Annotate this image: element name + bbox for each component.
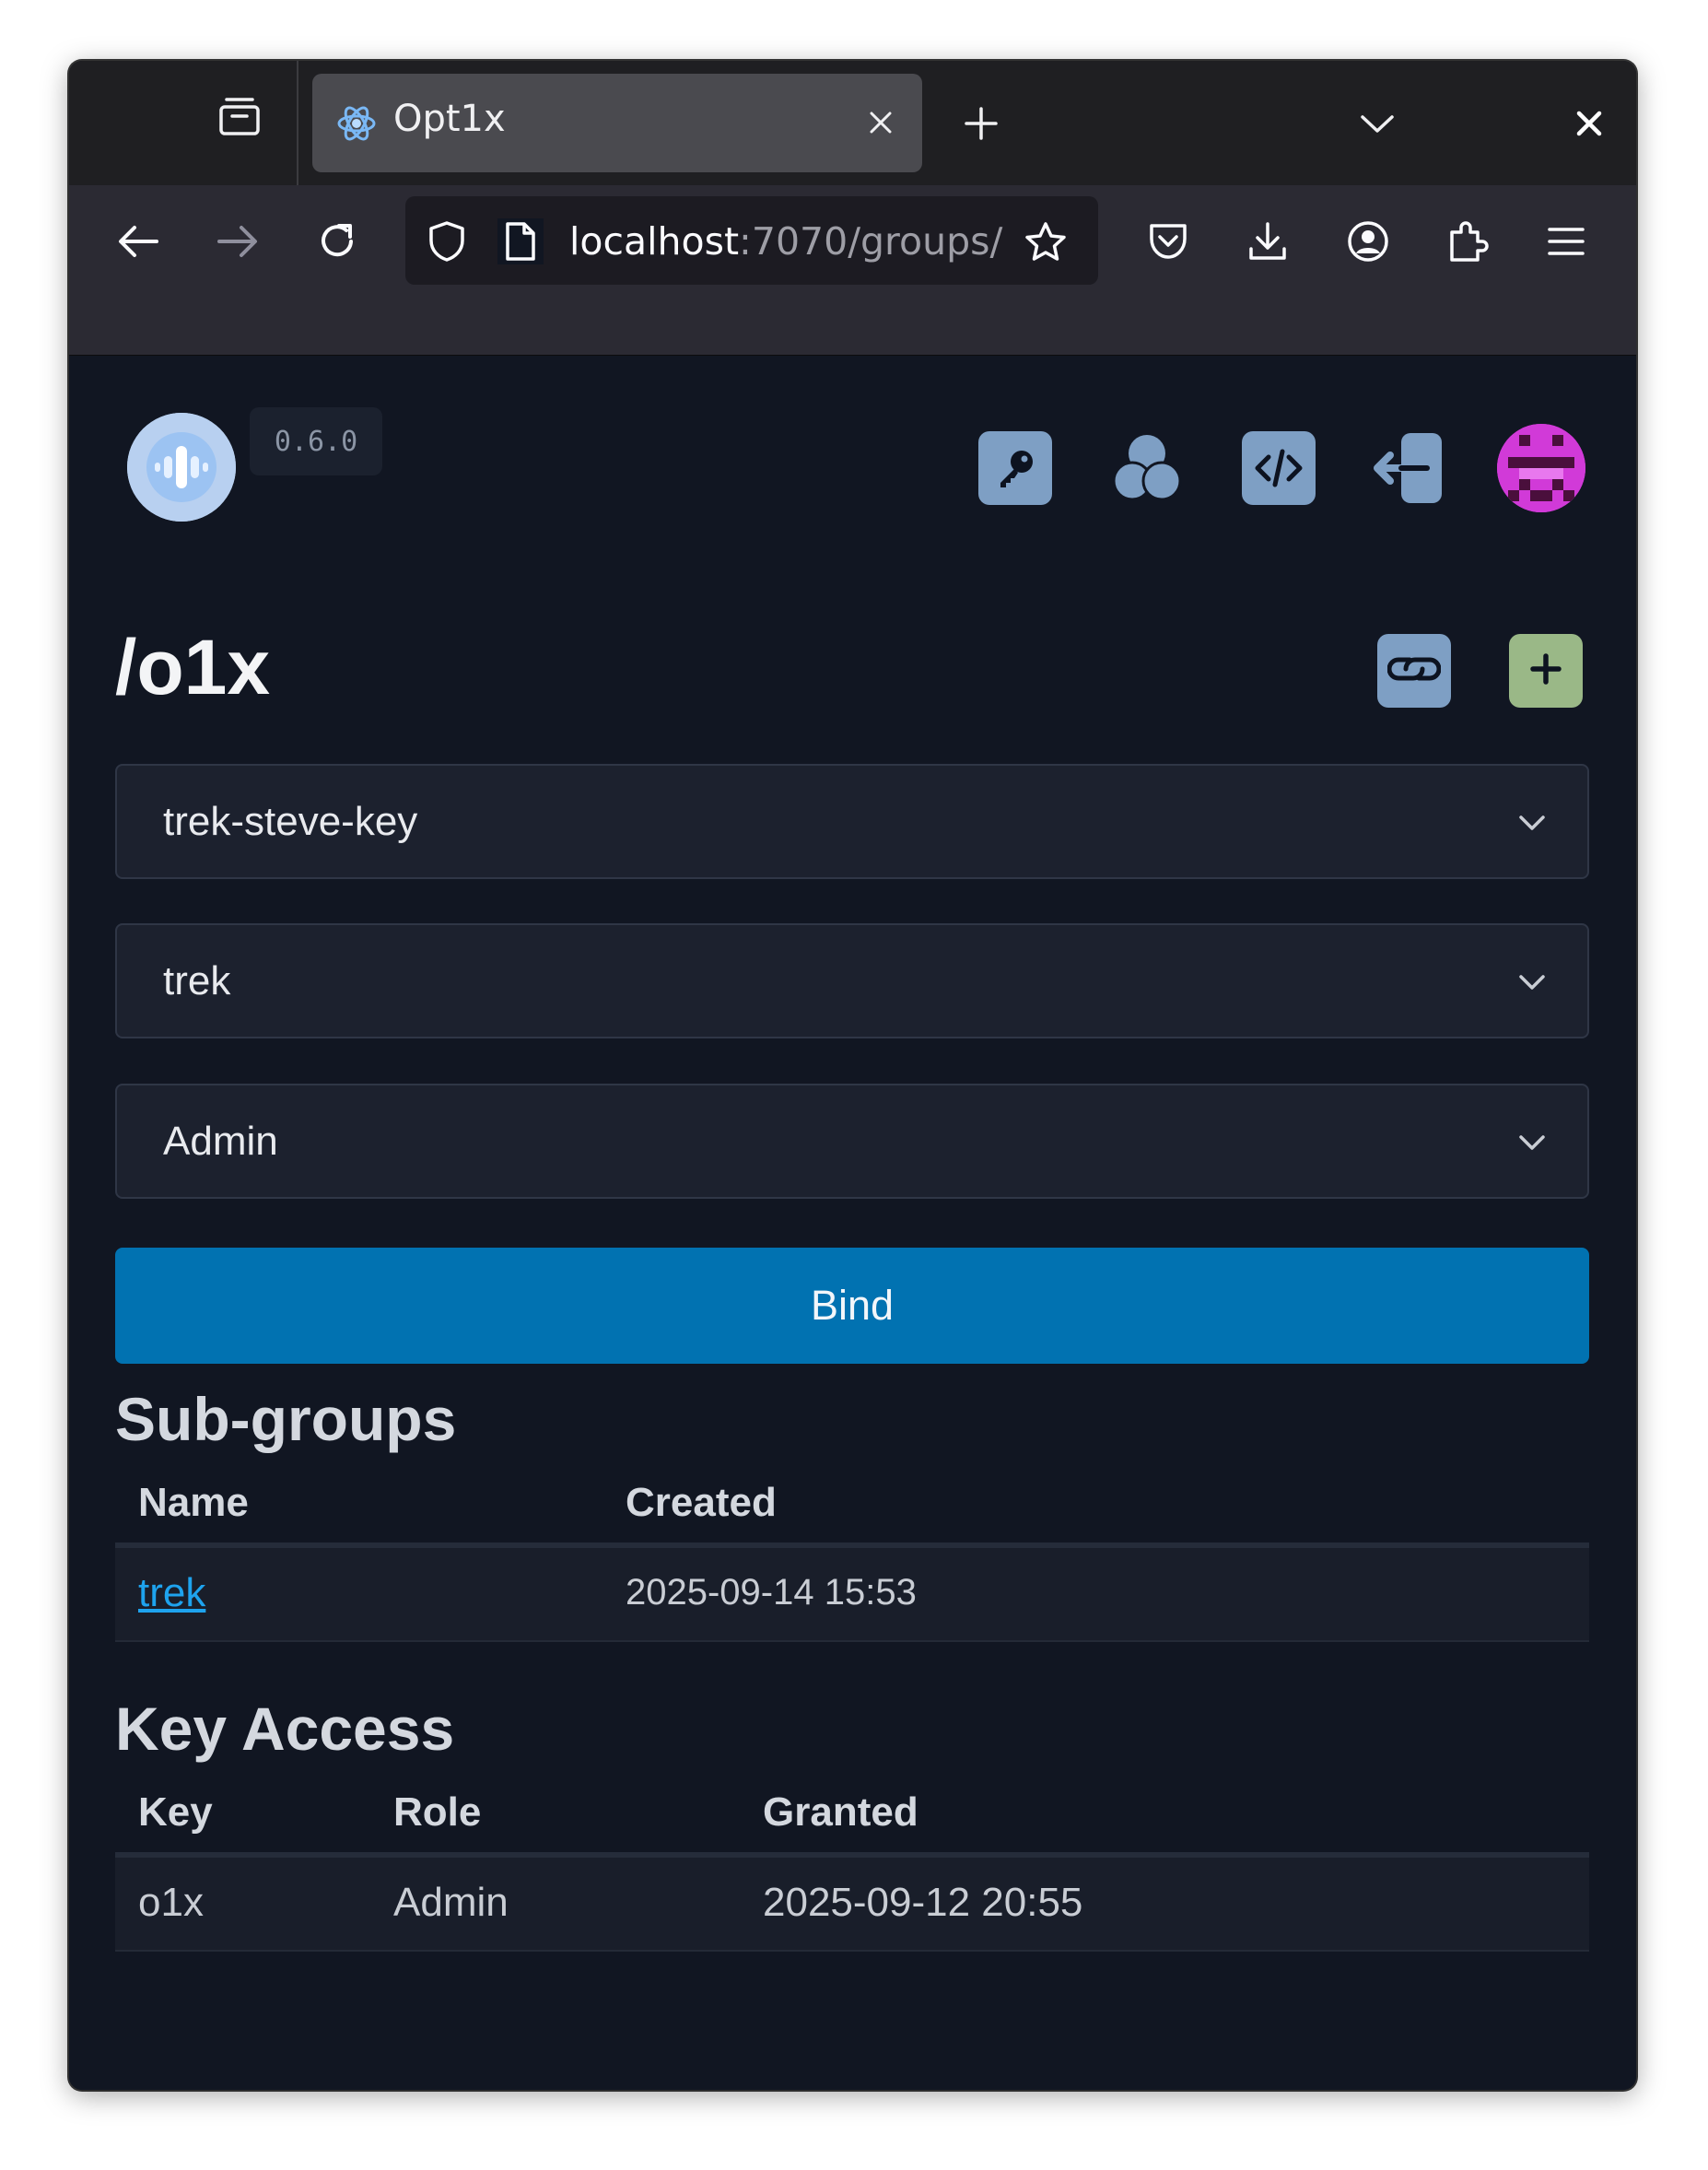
table-header: Name Created xyxy=(115,1458,1589,1548)
table-row: trek 2025-09-14 15:53 xyxy=(115,1548,1589,1642)
column-header: Granted xyxy=(763,1789,918,1835)
url-bar[interactable]: localhost:7070/groups/ xyxy=(405,196,1098,285)
granted-cell: 2025-09-12 20:55 xyxy=(763,1880,1083,1925)
page-title: /o1x xyxy=(115,624,271,710)
column-header: Name xyxy=(138,1480,249,1525)
link-icon xyxy=(1386,651,1442,692)
link-button[interactable] xyxy=(1377,634,1451,708)
reload-icon[interactable] xyxy=(307,211,368,272)
key-access-table: Key Role Granted o1x Admin 2025-09-12 20… xyxy=(115,1767,1589,1952)
created-cell: 2025-09-14 15:53 xyxy=(626,1572,917,1613)
atom-icon xyxy=(336,103,377,144)
version-badge: 0.6.0 xyxy=(250,407,382,475)
group-select[interactable]: trek xyxy=(115,923,1589,1038)
tab-title: Opt1x xyxy=(393,98,506,140)
group-select-value: trek xyxy=(163,958,231,1003)
menu-icon[interactable] xyxy=(1536,211,1597,272)
plus-icon xyxy=(1529,652,1562,690)
column-header: Role xyxy=(393,1789,482,1835)
groups-icon[interactable] xyxy=(1108,429,1186,507)
key-icon[interactable] xyxy=(978,431,1052,505)
forward-icon[interactable] xyxy=(207,211,268,272)
star-icon[interactable] xyxy=(1020,217,1071,268)
role-select-value: Admin xyxy=(163,1119,278,1164)
page-icon[interactable] xyxy=(497,218,544,264)
code-icon[interactable] xyxy=(1242,431,1316,505)
tab-divider xyxy=(297,61,298,185)
app-logo-icon[interactable] xyxy=(127,413,236,522)
tab-close-icon[interactable] xyxy=(858,100,904,146)
url-path: :7070/groups/ xyxy=(739,219,1003,264)
tab-overview-icon[interactable] xyxy=(212,88,267,144)
page-content: 0.6.0 /o1x trek-steve-key trek Admin Bin… xyxy=(69,356,1636,2090)
role-select[interactable]: Admin xyxy=(115,1084,1589,1199)
navigation-bar: localhost:7070/groups/ xyxy=(69,185,1636,356)
key-access-heading: Key Access xyxy=(115,1695,455,1763)
window-close-icon[interactable] xyxy=(1562,96,1617,151)
key-cell: o1x xyxy=(138,1880,204,1925)
shield-icon[interactable] xyxy=(424,218,470,264)
account-icon[interactable] xyxy=(1338,211,1398,272)
subgroups-heading: Sub-groups xyxy=(115,1385,457,1453)
new-tab-icon[interactable] xyxy=(953,96,1009,151)
table-row: o1x Admin 2025-09-12 20:55 xyxy=(115,1858,1589,1952)
bind-button[interactable]: Bind xyxy=(115,1248,1589,1364)
tab-opt1x[interactable]: Opt1x xyxy=(312,74,922,172)
url-host: localhost xyxy=(569,219,740,264)
extensions-icon[interactable] xyxy=(1437,211,1498,272)
tab-bar: Opt1x xyxy=(69,61,1636,185)
subgroup-link[interactable]: trek xyxy=(138,1570,205,1616)
download-icon[interactable] xyxy=(1237,211,1298,272)
chevron-down-icon xyxy=(1512,962,1552,1003)
key-select-value: trek-steve-key xyxy=(163,799,418,844)
role-cell: Admin xyxy=(393,1880,509,1925)
pocket-icon[interactable] xyxy=(1138,211,1199,272)
column-header: Created xyxy=(626,1480,777,1525)
key-select[interactable]: trek-steve-key xyxy=(115,764,1589,879)
url-text[interactable]: localhost:7070/groups/ xyxy=(569,219,1012,265)
avatar-icon[interactable] xyxy=(1497,424,1585,512)
column-header: Key xyxy=(138,1789,213,1835)
chevron-down-icon xyxy=(1512,1122,1552,1163)
back-icon[interactable] xyxy=(108,211,169,272)
table-header: Key Role Granted xyxy=(115,1767,1589,1858)
logout-icon[interactable] xyxy=(1368,429,1445,507)
add-button[interactable] xyxy=(1509,634,1583,708)
chevron-down-icon xyxy=(1512,803,1552,843)
browser-window: Opt1x localhost:7070/groups/ 0.6.0 /o1x … xyxy=(69,61,1636,2090)
subgroups-table: Name Created trek 2025-09-14 15:53 xyxy=(115,1458,1589,1642)
chevron-down-icon[interactable] xyxy=(1350,96,1405,151)
